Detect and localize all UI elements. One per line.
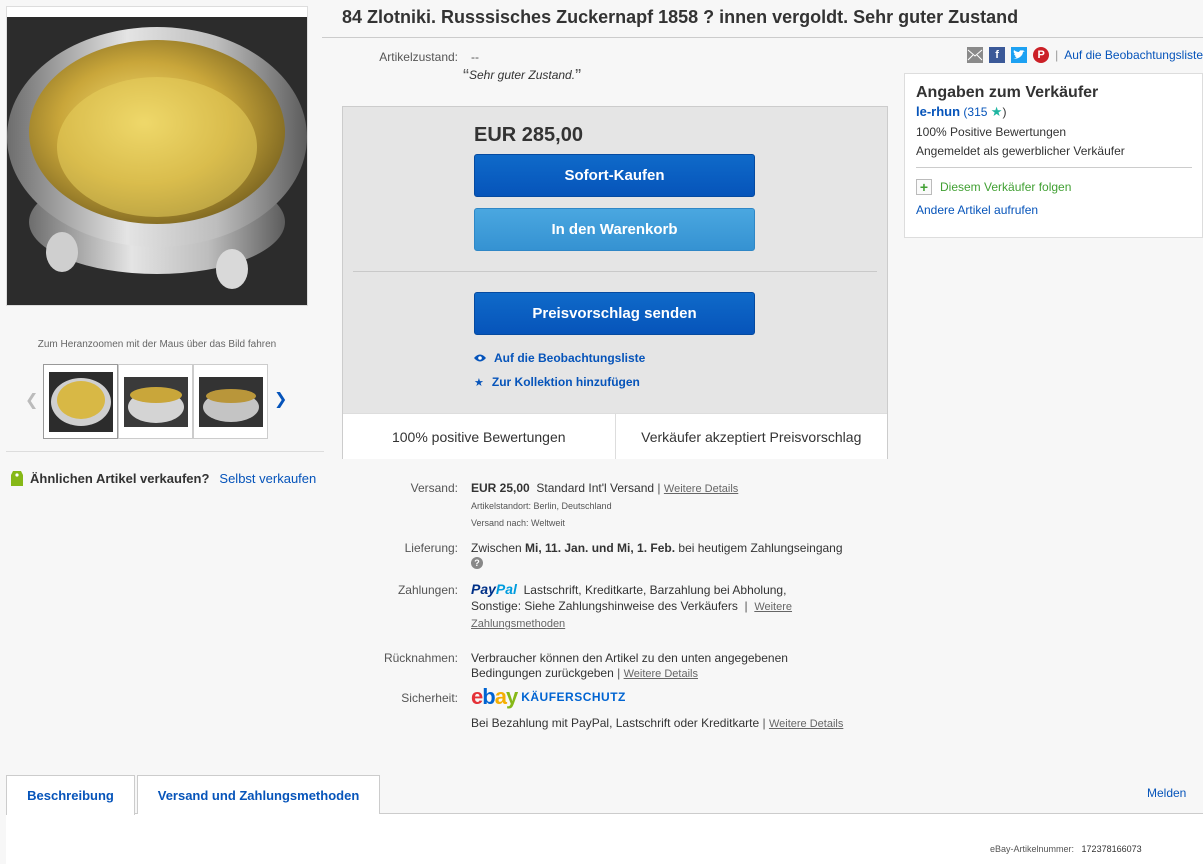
positive-feedback-note: 100% positive Bewertungen [343,414,616,459]
facebook-icon[interactable]: f [989,47,1006,63]
email-icon[interactable] [967,47,984,63]
main-product-image[interactable] [6,6,308,306]
delivery-dates: Mi, 11. Jan. und Mi, 1. Feb. [525,541,676,555]
price-tag-icon [10,467,24,490]
zoom-hint: Zum Heranzoomen mit der Maus über das Bi… [37,339,277,350]
shipping-service: Standard Int'l Versand [536,481,655,495]
ebay-buyer-protection: ebay KÄUFERSCHUTZ [471,684,626,710]
tab-description[interactable]: Beschreibung [6,775,135,815]
buy-box: EUR 285,00 Sofort-Kaufen In den Warenkor… [342,106,888,459]
security-value: Bei Bezahlung mit PayPal, Lastschrift od… [471,716,843,730]
seller-other-items-link[interactable]: Andere Artikel aufrufen [916,203,1191,217]
ships-to: Versand nach: Weltweit [471,518,565,528]
share-bar: f P | Auf die Beobachtungsliste [967,47,1203,63]
buybox-footer: 100% positive Bewertungen Verkäufer akze… [343,413,887,459]
buy-now-button[interactable]: Sofort-Kaufen [474,154,755,197]
payment-value: PayPal Lastschrift, Kreditkarte, Barzahl… [471,581,891,632]
sell-similar-question: Ähnlichen Artikel verkaufen? [30,471,210,486]
price: EUR 285,00 [474,124,583,146]
sell-similar-row: Ähnlichen Artikel verkaufen? Selbst verk… [10,467,316,490]
shipping-cost: EUR 25,00 [471,481,530,495]
seller-info-box: Angaben zum Verkäufer le-rhun (315 ★) 10… [904,73,1203,238]
add-to-cart-button[interactable]: In den Warenkorb [474,208,755,251]
title-divider [322,37,1203,38]
feedback-close-paren: ) [1002,105,1007,119]
returns-separator: | [617,666,621,680]
item-title: 84 Zlotniki. Russsisches Zuckernapf 1858… [342,7,1019,27]
seller-name-link[interactable]: le-rhun [916,104,960,119]
shipping-separator: | [657,481,661,495]
paypal-logo-icon: PayPal [471,581,517,597]
watchlist-link[interactable]: Auf die Beobachtungsliste [474,351,645,365]
thumbnail-1[interactable] [43,364,118,439]
accepts-offers-note: Verkäufer akzeptiert Preisvorschlag [641,428,862,445]
payment-label: Zahlungen: [397,583,458,597]
follow-seller-button[interactable]: + Diesem Verkäufer folgen [916,179,1191,195]
report-link[interactable]: Melden [1147,786,1186,800]
feedback-star-icon: ★ [990,104,1003,119]
thumbnail-next-arrow-icon[interactable]: ❯ [274,389,287,409]
returns-line-2: Bedingungen zurückgeben [471,666,614,680]
payment-other: Sonstige: Siehe Zahlungshinweise des Ver… [471,599,738,613]
item-number: eBay-Artikelnummer: 172378166073 [990,844,1142,854]
returns-value: Verbraucher können den Artikel zu den un… [471,651,788,682]
thumbnail-prev-arrow-icon[interactable]: ❮ [25,390,38,410]
condition-value: -- [471,50,479,64]
security-text: Bei Bezahlung mit PayPal, Lastschrift od… [471,716,760,730]
item-number-value: 172378166073 [1081,844,1142,854]
twitter-icon[interactable] [1011,47,1028,63]
payment-methods: Lastschrift, Kreditkarte, Barzahlung bei… [523,583,787,597]
seller-type: Angemeldet als gewerblicher Verkäufer [916,144,1125,158]
help-icon[interactable]: ? [471,557,483,569]
feedback-score-link[interactable]: 315 [967,105,987,119]
left-divider [6,451,324,452]
pinterest-icon[interactable]: P [1033,47,1050,63]
tab-shipping-payment[interactable]: Versand und Zahlungsmethoden [137,775,380,814]
tab-panel [6,813,1203,864]
buyer-protection-label: KÄUFERSCHUTZ [521,690,626,704]
make-offer-button[interactable]: Preisvorschlag senden [474,292,755,335]
star-icon: ★ [474,376,484,389]
share-watchlist-link[interactable]: Auf die Beobachtungsliste [1064,48,1203,62]
delivery-label: Lieferung: [404,541,458,555]
returns-details-link[interactable]: Weitere Details [624,668,698,680]
payment-methods-link-a[interactable]: Weitere [754,601,792,613]
condition-label: Artikelzustand: [379,50,458,64]
condition-quote-text: Sehr guter Zustand. [469,68,576,82]
payment-separator: | [744,599,748,613]
seller-positive-feedback: 100% Positive Bewertungen [916,125,1067,139]
delivery-value: Zwischen Mi, 11. Jan. und Mi, 1. Feb. be… [471,541,843,555]
delivery-prefix: Zwischen [471,541,526,555]
security-separator: | [762,716,766,730]
item-location: Artikelstandort: Berlin, Deutschland [471,501,612,511]
payment-methods-link-b[interactable]: Zahlungsmethoden [471,618,565,630]
security-details-link[interactable]: Weitere Details [769,718,843,730]
buybox-divider [353,271,877,272]
condition-quote: “Sehr guter Zustand.” [463,66,581,87]
returns-label: Rücknahmen: [383,651,458,665]
thumbnail-3[interactable] [193,364,268,439]
item-number-label: eBay-Artikelnummer: [990,844,1075,854]
shipping-label: Versand: [410,481,458,495]
plus-icon: + [916,179,932,195]
share-separator: | [1055,48,1059,62]
close-quote-glyph: ” [575,66,582,86]
security-label: Sicherheit: [401,691,458,705]
watchlist-link-label: Auf die Beobachtungsliste [494,351,646,365]
eye-icon [474,351,486,365]
thumbnail-2[interactable] [118,364,193,439]
seller-name-row: le-rhun (315 ★) [916,104,1191,120]
seller-heading: Angaben zum Verkäufer [916,84,1099,101]
delivery-suffix: bei heutigem Zahlungseingang [675,541,843,555]
sell-yourself-link[interactable]: Selbst verkaufen [219,471,316,486]
shipping-value: EUR 25,00 Standard Int'l Versand | Weite… [471,481,738,495]
collection-link-label: Zur Kollektion hinzufügen [491,375,640,389]
follow-seller-label: Diesem Verkäufer folgen [940,180,1072,194]
seller-divider [916,167,1192,168]
ebay-logo-icon: ebay [471,684,518,709]
returns-line-1: Verbraucher können den Artikel zu den un… [471,651,788,665]
add-to-collection-link[interactable]: ★ Zur Kollektion hinzufügen [474,375,640,389]
shipping-details-link[interactable]: Weitere Details [664,483,738,495]
